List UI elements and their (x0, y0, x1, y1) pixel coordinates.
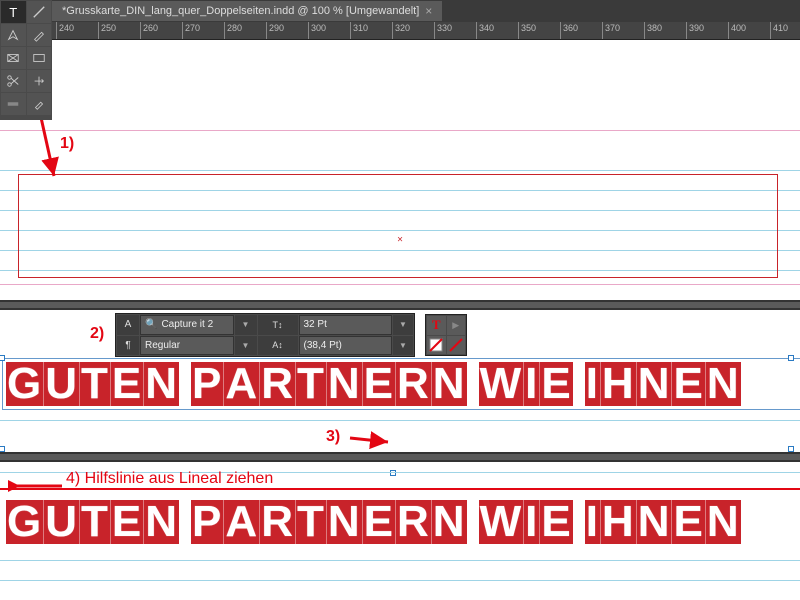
ruler-tick: 300 (308, 22, 326, 39)
baseline-grid (0, 170, 800, 171)
ruler-tick: 390 (686, 22, 704, 39)
headline-text-frame-selected[interactable]: GUTEN PARTNERN WIE IHNEN (6, 362, 800, 406)
font-size-stepper[interactable]: ▼ (393, 315, 413, 335)
ruler-tick: 260 (140, 22, 158, 39)
annotation-arrow-4 (8, 476, 66, 496)
headline-text-frame[interactable]: GUTEN PARTNERN WIE IHNEN (6, 500, 800, 544)
ruler-tick: 250 (98, 22, 116, 39)
apply-none-swatch[interactable] (447, 336, 466, 355)
line-tool[interactable] (27, 1, 52, 23)
font-style-dropdown[interactable]: ▼ (235, 336, 257, 356)
guide-line (0, 284, 800, 285)
ruler-tick: 340 (476, 22, 494, 39)
selection-frame (2, 358, 800, 410)
horizontal-ruler[interactable]: 240 250 260 270 280 290 300 310 320 330 … (52, 22, 800, 40)
headline-words: GUTEN PARTNERN WIE IHNEN (6, 500, 800, 544)
rectangle-frame-tool[interactable] (1, 47, 26, 69)
annotation-label-2: 2) (90, 325, 104, 343)
pencil-tool[interactable] (27, 24, 52, 46)
font-family-dropdown[interactable]: ▼ (235, 315, 257, 335)
annotation-label-3: 3) (326, 428, 340, 446)
paragraph-icon: ¶ (117, 336, 139, 356)
type-tool[interactable]: T (1, 1, 26, 23)
gradient-tool[interactable] (1, 93, 26, 115)
character-panel-icon: A (117, 315, 139, 335)
leading-value: (38,4 Pt) (304, 340, 342, 351)
font-size-icon: T↕ (258, 315, 298, 335)
font-style-field[interactable]: Regular (140, 336, 234, 356)
font-family-value: Capture it 2 (161, 319, 213, 330)
ruler-tick: 410 (770, 22, 788, 39)
font-family-field[interactable]: 🔍Capture it 2 (140, 315, 234, 335)
annotation-arrow-3 (348, 430, 398, 450)
swatch-arrow-icon[interactable]: ▶ (447, 316, 466, 335)
panel-divider (0, 452, 800, 462)
ruler-tick: 270 (182, 22, 200, 39)
ruler-tick: 400 (728, 22, 746, 39)
font-size-field[interactable]: 32 Pt (299, 315, 393, 335)
ruler-guide-red[interactable] (0, 488, 800, 490)
annotation-label-1: 1) (60, 135, 74, 153)
formatting-swatch-panel: T ▶ (425, 314, 467, 356)
baseline-grid (0, 580, 800, 581)
ruler-tick: 330 (434, 22, 452, 39)
ruler-tick: 290 (266, 22, 284, 39)
baseline-grid (0, 420, 800, 421)
scissors-tool[interactable] (1, 70, 26, 92)
empty-text-frame[interactable] (18, 174, 778, 278)
character-panel: A 🔍Capture it 2 ▼ T↕ 32 Pt ▼ ¶ Regular ▼… (115, 313, 415, 357)
document-tab[interactable]: *Grusskarte_DIN_lang_quer_Doppelseiten.i… (52, 1, 442, 21)
ruler-tick: 310 (350, 22, 368, 39)
baseline-grid (0, 560, 800, 561)
rectangle-tool[interactable] (27, 47, 52, 69)
out-port-handle[interactable] (390, 470, 396, 476)
pen-tool[interactable] (1, 24, 26, 46)
text-fill-swatch[interactable]: T (427, 316, 446, 335)
selection-handle[interactable] (788, 355, 794, 361)
stroke-swatch[interactable] (427, 336, 446, 355)
leading-field[interactable]: (38,4 Pt) (299, 336, 393, 356)
document-tab-bar: *Grusskarte_DIN_lang_quer_Doppelseiten.i… (52, 0, 800, 22)
close-tab-icon[interactable]: × (425, 4, 432, 18)
ruler-tick: 280 (224, 22, 242, 39)
tool-palette: T (0, 0, 52, 120)
ruler-tick: 360 (560, 22, 578, 39)
leading-icon: A↕ (258, 336, 298, 356)
ruler-tick: 350 (518, 22, 536, 39)
font-style-value: Regular (145, 340, 180, 351)
font-size-value: 32 Pt (304, 319, 327, 330)
leading-stepper[interactable]: ▼ (393, 336, 413, 356)
guide-line (0, 130, 800, 131)
ruler-tick: 370 (602, 22, 620, 39)
annotation-label-4: 4) Hilfslinie aus Lineal ziehen (66, 470, 273, 488)
document-title: *Grusskarte_DIN_lang_quer_Doppelseiten.i… (62, 5, 419, 17)
frame-center-marker: × (397, 235, 403, 246)
eyedropper-tool[interactable] (27, 93, 52, 115)
transform-tool[interactable] (27, 70, 52, 92)
ruler-tick: 320 (392, 22, 410, 39)
panel-divider (0, 300, 800, 310)
document-canvas[interactable]: × (0, 40, 800, 300)
ruler-tick: 380 (644, 22, 662, 39)
selection-handle[interactable] (0, 355, 5, 361)
